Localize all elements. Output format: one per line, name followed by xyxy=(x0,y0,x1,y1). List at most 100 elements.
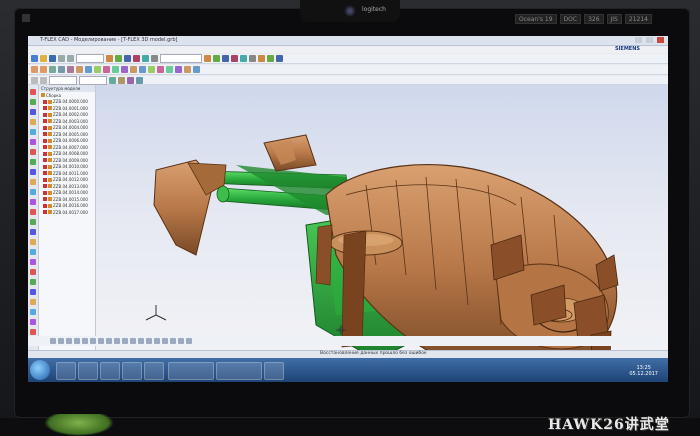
clock[interactable]: 13:25 05.12.2017 xyxy=(629,365,658,377)
tool-icon[interactable] xyxy=(142,55,149,62)
rail-icon[interactable] xyxy=(30,279,36,285)
rotate-icon[interactable] xyxy=(40,66,47,73)
redo-icon[interactable] xyxy=(67,55,74,62)
taskbar-app-ie[interactable] xyxy=(78,362,98,380)
rail-icon[interactable] xyxy=(30,329,36,335)
window-titlebar[interactable]: T-FLEX CAD - Моделирование - [T-FLEX 3D … xyxy=(28,36,668,46)
minimize-icon[interactable] xyxy=(635,37,642,43)
rail-icon[interactable] xyxy=(30,309,36,315)
maximize-icon[interactable] xyxy=(646,37,653,43)
rail-icon[interactable] xyxy=(30,129,36,135)
rail-icon[interactable] xyxy=(30,109,36,115)
rail-icon[interactable] xyxy=(30,89,36,95)
tool-icon[interactable] xyxy=(50,338,56,344)
checkbox-icon[interactable] xyxy=(43,145,47,150)
view-select[interactable] xyxy=(49,75,77,85)
tool-icon[interactable] xyxy=(240,55,247,62)
checkbox-icon[interactable] xyxy=(43,177,47,182)
checkbox-icon[interactable] xyxy=(43,106,47,111)
tool-icon[interactable] xyxy=(170,338,176,344)
checkbox-icon[interactable] xyxy=(43,171,47,176)
rail-icon[interactable] xyxy=(30,269,36,275)
tool-icon[interactable] xyxy=(157,66,164,73)
rail-icon[interactable] xyxy=(30,199,36,205)
checkbox-icon[interactable] xyxy=(43,99,47,104)
tool-icon[interactable] xyxy=(186,338,192,344)
tool-icon[interactable] xyxy=(222,55,229,62)
checkbox-icon[interactable] xyxy=(43,184,47,189)
tool-icon[interactable] xyxy=(133,55,140,62)
tool-icon[interactable] xyxy=(166,66,173,73)
chamfer-icon[interactable] xyxy=(85,66,92,73)
rail-icon[interactable] xyxy=(30,159,36,165)
checkbox-icon[interactable] xyxy=(43,125,47,130)
checkbox-icon[interactable] xyxy=(43,197,47,202)
tool-icon[interactable] xyxy=(213,55,220,62)
tool-icon[interactable] xyxy=(98,338,104,344)
rail-icon[interactable] xyxy=(30,179,36,185)
tool-icon[interactable] xyxy=(90,338,96,344)
3d-viewport[interactable] xyxy=(96,85,668,350)
start-button[interactable] xyxy=(30,360,50,380)
checkbox-icon[interactable] xyxy=(43,203,47,208)
tool-icon[interactable] xyxy=(175,66,182,73)
rail-icon[interactable] xyxy=(30,149,36,155)
tool-icon[interactable] xyxy=(162,338,168,344)
extrude-icon[interactable] xyxy=(31,66,38,73)
rail-icon[interactable] xyxy=(30,99,36,105)
tool-icon[interactable] xyxy=(106,55,113,62)
tree-item[interactable]: ZZB.04.0017.000 xyxy=(39,209,95,216)
rail-icon[interactable] xyxy=(30,239,36,245)
tool-icon[interactable] xyxy=(115,55,122,62)
taskbar-app-explorer[interactable] xyxy=(56,362,76,380)
rail-icon[interactable] xyxy=(30,229,36,235)
tool-icon[interactable] xyxy=(130,66,137,73)
rail-icon[interactable] xyxy=(30,189,36,195)
rail-icon[interactable] xyxy=(30,259,36,265)
checkbox-icon[interactable] xyxy=(43,138,47,143)
shell-icon[interactable] xyxy=(94,66,101,73)
taskbar-app-chrome[interactable] xyxy=(144,362,164,380)
filter-select[interactable] xyxy=(160,54,202,63)
tool-icon[interactable] xyxy=(267,55,274,62)
view-icon[interactable] xyxy=(40,76,47,84)
tool-icon[interactable] xyxy=(258,55,265,62)
loft-icon[interactable] xyxy=(49,66,56,73)
tool-icon[interactable] xyxy=(66,338,72,344)
sweep-icon[interactable] xyxy=(58,66,65,73)
checkbox-icon[interactable] xyxy=(43,158,47,163)
tool-icon[interactable] xyxy=(151,55,158,62)
rail-icon[interactable] xyxy=(30,119,36,125)
tool-icon[interactable] xyxy=(184,66,191,73)
taskbar-app-media[interactable] xyxy=(100,362,120,380)
tool-icon[interactable] xyxy=(124,55,131,62)
tool-icon[interactable] xyxy=(249,55,256,62)
tool-icon[interactable] xyxy=(139,66,146,73)
tool-icon[interactable] xyxy=(204,55,211,62)
tool-icon[interactable] xyxy=(276,55,283,62)
tool-icon[interactable] xyxy=(154,338,160,344)
rail-icon[interactable] xyxy=(30,319,36,325)
rail-icon[interactable] xyxy=(30,209,36,215)
view-icon[interactable] xyxy=(31,76,38,84)
snap-icon[interactable] xyxy=(109,76,116,84)
tool-icon[interactable] xyxy=(146,338,152,344)
tool-icon[interactable] xyxy=(231,55,238,62)
pattern-icon[interactable] xyxy=(103,66,110,73)
save-icon[interactable] xyxy=(49,55,56,62)
checkbox-icon[interactable] xyxy=(43,210,47,215)
checkbox-icon[interactable] xyxy=(43,151,47,156)
rail-icon[interactable] xyxy=(30,169,36,175)
system-tray[interactable]: 13:25 05.12.2017 xyxy=(602,362,662,378)
rail-icon[interactable] xyxy=(30,139,36,145)
tool-icon[interactable] xyxy=(122,338,128,344)
checkbox-icon[interactable] xyxy=(43,190,47,195)
snap-icon[interactable] xyxy=(118,76,125,84)
new-file-icon[interactable] xyxy=(31,55,38,62)
taskbar-app-folder[interactable] xyxy=(122,362,142,380)
checkbox-icon[interactable] xyxy=(43,112,47,117)
tool-icon[interactable] xyxy=(114,338,120,344)
close-icon[interactable] xyxy=(657,37,664,43)
tool-icon[interactable] xyxy=(82,338,88,344)
tool-icon[interactable] xyxy=(130,338,136,344)
